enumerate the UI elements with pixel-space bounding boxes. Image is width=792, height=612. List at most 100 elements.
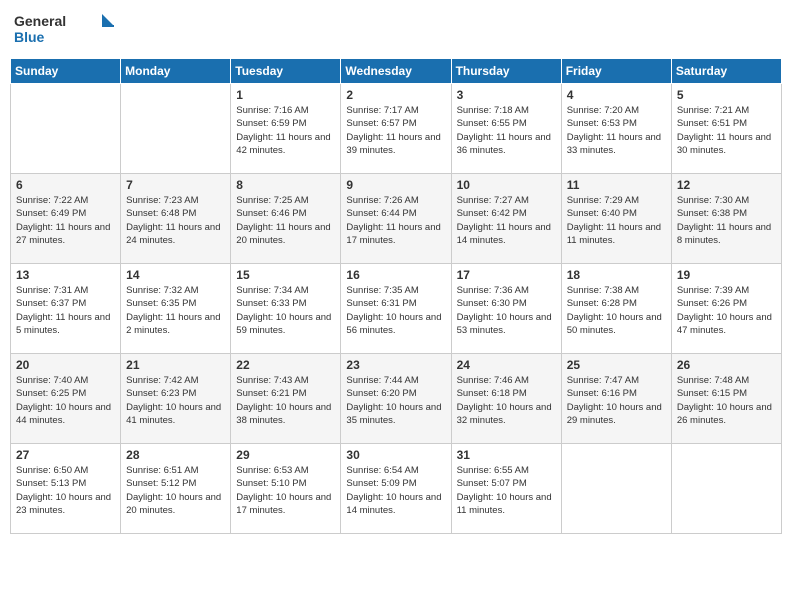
- day-info: Sunrise: 7:18 AM Sunset: 6:55 PM Dayligh…: [457, 104, 556, 157]
- day-number: 15: [236, 268, 335, 282]
- calendar-cell: 8 Sunrise: 7:25 AM Sunset: 6:46 PM Daylig…: [231, 174, 341, 264]
- day-info: Sunrise: 7:36 AM Sunset: 6:30 PM Dayligh…: [457, 284, 556, 337]
- calendar-cell: 22 Sunrise: 7:43 AM Sunset: 6:21 PM Dayli…: [231, 354, 341, 444]
- calendar-cell: [121, 84, 231, 174]
- day-number: 21: [126, 358, 225, 372]
- calendar-cell: 14Sunrise: 7:32 AM Sunset: 6:35 PM Dayli…: [121, 264, 231, 354]
- calendar-cell: 20 Sunrise: 7:40 AM Sunset: 6:25 PM Dayli…: [11, 354, 121, 444]
- calendar-cell: 31Sunrise: 6:55 AM Sunset: 5:07 PM Dayli…: [451, 444, 561, 534]
- calendar-cell: 27 Sunrise: 6:50 AM Sunset: 5:13 PM Dayli…: [11, 444, 121, 534]
- day-info: Sunrise: 7:17 AM Sunset: 6:57 PM Dayligh…: [346, 104, 445, 157]
- calendar-cell: 13 Sunrise: 7:31 AM Sunset: 6:37 PM Dayli…: [11, 264, 121, 354]
- day-number: 5: [677, 88, 776, 102]
- day-number: 23: [346, 358, 445, 372]
- day-number: 11: [567, 178, 666, 192]
- day-info: Sunrise: 7:26 AM Sunset: 6:44 PM Dayligh…: [346, 194, 445, 247]
- day-number: 29: [236, 448, 335, 462]
- calendar-header-row: SundayMondayTuesdayWednesdayThursdayFrid…: [11, 59, 782, 84]
- calendar-cell: 25 Sunrise: 7:47 AM Sunset: 6:16 PM Dayli…: [561, 354, 671, 444]
- day-of-week-header: Friday: [561, 59, 671, 84]
- day-info: Sunrise: 7:40 AM Sunset: 6:25 PM Dayligh…: [16, 374, 115, 427]
- day-info: Sunrise: 7:29 AM Sunset: 6:40 PM Dayligh…: [567, 194, 666, 247]
- svg-text:Blue: Blue: [14, 29, 45, 45]
- calendar-week-row: 13 Sunrise: 7:31 AM Sunset: 6:37 PM Dayli…: [11, 264, 782, 354]
- calendar-cell: 9 Sunrise: 7:26 AM Sunset: 6:44 PM Daylig…: [341, 174, 451, 264]
- calendar-cell: 26 Sunrise: 7:48 AM Sunset: 6:15 PM Dayli…: [671, 354, 781, 444]
- day-number: 13: [16, 268, 115, 282]
- calendar-cell: 29 Sunrise: 6:53 AM Sunset: 5:10 PM Dayli…: [231, 444, 341, 534]
- day-info: Sunrise: 6:53 AM Sunset: 5:10 PM Dayligh…: [236, 464, 335, 517]
- day-info: Sunrise: 7:25 AM Sunset: 6:46 PM Dayligh…: [236, 194, 335, 247]
- day-number: 4: [567, 88, 666, 102]
- logo-svg: General Blue: [14, 10, 114, 50]
- day-number: 1: [236, 88, 335, 102]
- calendar-cell: 16 Sunrise: 7:35 AM Sunset: 6:31 PM Dayli…: [341, 264, 451, 354]
- day-of-week-header: Sunday: [11, 59, 121, 84]
- day-info: Sunrise: 6:54 AM Sunset: 5:09 PM Dayligh…: [346, 464, 445, 517]
- day-info: Sunrise: 7:32 AM Sunset: 6:35 PM Dayligh…: [126, 284, 225, 337]
- calendar-cell: 6 Sunrise: 7:22 AM Sunset: 6:49 PM Daylig…: [11, 174, 121, 264]
- day-info: Sunrise: 7:47 AM Sunset: 6:16 PM Dayligh…: [567, 374, 666, 427]
- day-number: 3: [457, 88, 556, 102]
- calendar-cell: 10 Sunrise: 7:27 AM Sunset: 6:42 PM Dayli…: [451, 174, 561, 264]
- day-of-week-header: Monday: [121, 59, 231, 84]
- day-number: 20: [16, 358, 115, 372]
- page-header: General Blue: [10, 10, 782, 50]
- day-number: 10: [457, 178, 556, 192]
- day-info: Sunrise: 7:35 AM Sunset: 6:31 PM Dayligh…: [346, 284, 445, 337]
- logo: General Blue: [14, 10, 114, 50]
- day-info: Sunrise: 7:44 AM Sunset: 6:20 PM Dayligh…: [346, 374, 445, 427]
- day-info: Sunrise: 7:42 AM Sunset: 6:23 PM Dayligh…: [126, 374, 225, 427]
- calendar-cell: 1 Sunrise: 7:16 AM Sunset: 6:59 PM Daylig…: [231, 84, 341, 174]
- day-info: Sunrise: 7:30 AM Sunset: 6:38 PM Dayligh…: [677, 194, 776, 247]
- calendar-week-row: 27 Sunrise: 6:50 AM Sunset: 5:13 PM Dayli…: [11, 444, 782, 534]
- calendar-cell: 3 Sunrise: 7:18 AM Sunset: 6:55 PM Daylig…: [451, 84, 561, 174]
- day-info: Sunrise: 7:27 AM Sunset: 6:42 PM Dayligh…: [457, 194, 556, 247]
- day-number: 27: [16, 448, 115, 462]
- day-number: 18: [567, 268, 666, 282]
- calendar-cell: 30Sunrise: 6:54 AM Sunset: 5:09 PM Dayli…: [341, 444, 451, 534]
- day-of-week-header: Saturday: [671, 59, 781, 84]
- calendar-cell: 4 Sunrise: 7:20 AM Sunset: 6:53 PM Daylig…: [561, 84, 671, 174]
- day-info: Sunrise: 7:48 AM Sunset: 6:15 PM Dayligh…: [677, 374, 776, 427]
- day-number: 9: [346, 178, 445, 192]
- day-info: Sunrise: 7:34 AM Sunset: 6:33 PM Dayligh…: [236, 284, 335, 337]
- calendar-cell: [561, 444, 671, 534]
- calendar-cell: 15 Sunrise: 7:34 AM Sunset: 6:33 PM Dayli…: [231, 264, 341, 354]
- day-info: Sunrise: 7:31 AM Sunset: 6:37 PM Dayligh…: [16, 284, 115, 337]
- day-info: Sunrise: 7:20 AM Sunset: 6:53 PM Dayligh…: [567, 104, 666, 157]
- day-number: 12: [677, 178, 776, 192]
- day-number: 22: [236, 358, 335, 372]
- calendar-cell: 7Sunrise: 7:23 AM Sunset: 6:48 PM Daylig…: [121, 174, 231, 264]
- day-info: Sunrise: 7:22 AM Sunset: 6:49 PM Dayligh…: [16, 194, 115, 247]
- day-number: 8: [236, 178, 335, 192]
- calendar-cell: 18 Sunrise: 7:38 AM Sunset: 6:28 PM Dayli…: [561, 264, 671, 354]
- day-info: Sunrise: 7:46 AM Sunset: 6:18 PM Dayligh…: [457, 374, 556, 427]
- calendar-cell: [11, 84, 121, 174]
- day-info: Sunrise: 7:39 AM Sunset: 6:26 PM Dayligh…: [677, 284, 776, 337]
- svg-text:General: General: [14, 13, 66, 29]
- day-number: 7: [126, 178, 225, 192]
- calendar-cell: 24 Sunrise: 7:46 AM Sunset: 6:18 PM Dayli…: [451, 354, 561, 444]
- calendar-week-row: 1 Sunrise: 7:16 AM Sunset: 6:59 PM Daylig…: [11, 84, 782, 174]
- calendar-week-row: 6 Sunrise: 7:22 AM Sunset: 6:49 PM Daylig…: [11, 174, 782, 264]
- day-number: 19: [677, 268, 776, 282]
- day-info: Sunrise: 7:38 AM Sunset: 6:28 PM Dayligh…: [567, 284, 666, 337]
- day-info: Sunrise: 6:51 AM Sunset: 5:12 PM Dayligh…: [126, 464, 225, 517]
- calendar-cell: 11 Sunrise: 7:29 AM Sunset: 6:40 PM Dayli…: [561, 174, 671, 264]
- day-of-week-header: Tuesday: [231, 59, 341, 84]
- day-info: Sunrise: 6:50 AM Sunset: 5:13 PM Dayligh…: [16, 464, 115, 517]
- day-number: 24: [457, 358, 556, 372]
- day-info: Sunrise: 7:16 AM Sunset: 6:59 PM Dayligh…: [236, 104, 335, 157]
- day-info: Sunrise: 7:21 AM Sunset: 6:51 PM Dayligh…: [677, 104, 776, 157]
- day-info: Sunrise: 7:43 AM Sunset: 6:21 PM Dayligh…: [236, 374, 335, 427]
- day-number: 16: [346, 268, 445, 282]
- day-number: 6: [16, 178, 115, 192]
- day-number: 28: [126, 448, 225, 462]
- day-number: 2: [346, 88, 445, 102]
- day-number: 25: [567, 358, 666, 372]
- calendar-cell: 21 Sunrise: 7:42 AM Sunset: 6:23 PM Dayli…: [121, 354, 231, 444]
- calendar-cell: 23 Sunrise: 7:44 AM Sunset: 6:20 PM Dayli…: [341, 354, 451, 444]
- day-number: 26: [677, 358, 776, 372]
- calendar-table: SundayMondayTuesdayWednesdayThursdayFrid…: [10, 58, 782, 534]
